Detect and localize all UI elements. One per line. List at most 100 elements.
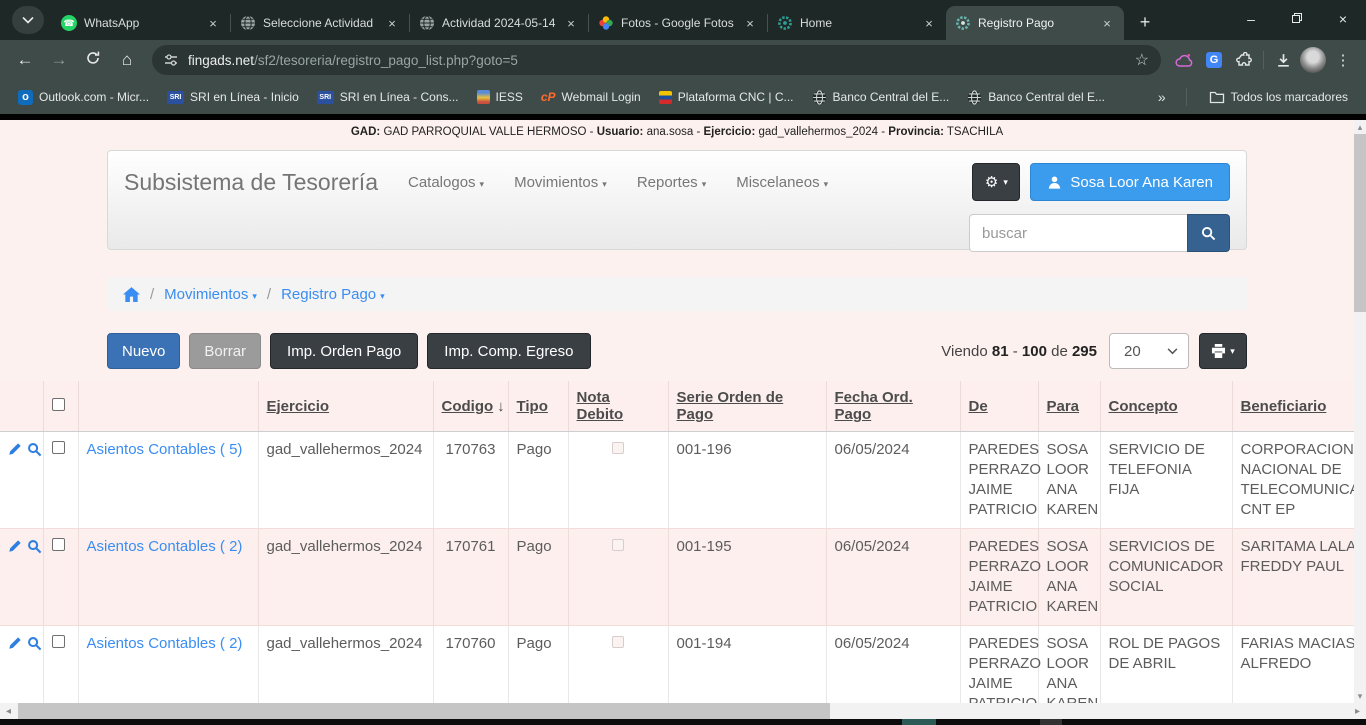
row-checkbox[interactable] [52, 441, 65, 454]
downloads-icon[interactable] [1268, 52, 1298, 69]
settings-dropdown-button[interactable]: ⚙▾ [972, 163, 1020, 201]
address-bar[interactable]: fingads.net/sf2/tesoreria/registro_pago_… [152, 45, 1161, 75]
horizontal-scrollbar-thumb[interactable] [18, 703, 830, 719]
extensions-puzzle-icon[interactable] [1229, 52, 1259, 69]
header-beneficiario[interactable]: Beneficiario [1232, 381, 1354, 432]
search-icon [1201, 226, 1216, 241]
actions-row: Nuevo Borrar Imp. Orden Pago Imp. Comp. … [107, 333, 1247, 369]
header-nota-debito[interactable]: Nota Debito [568, 381, 668, 432]
print-dropdown-button[interactable]: ▾ [1199, 333, 1247, 369]
vertical-scrollbar[interactable]: ▴ ▾ [1354, 120, 1366, 703]
home-icon[interactable] [123, 287, 140, 302]
restore-button[interactable] [1274, 0, 1320, 38]
edit-button[interactable] [8, 442, 22, 463]
close-tab-icon[interactable]: × [742, 16, 758, 31]
tab-whatsapp[interactable]: ☎ WhatsApp × [52, 6, 230, 40]
tab-title: Fotos - Google Fotos [621, 16, 735, 30]
sri-icon: SRI [167, 91, 184, 104]
bookmark-sri-inicio[interactable]: SRISRI en Línea - Inicio [159, 87, 307, 107]
header-tipo[interactable]: Tipo [508, 381, 568, 432]
person-icon [1047, 175, 1062, 190]
row-checkbox[interactable] [52, 538, 65, 551]
asientos-contables-link[interactable]: Asientos Contables ( 5) [87, 441, 243, 458]
search-button[interactable] [1187, 214, 1230, 252]
scroll-left-icon[interactable]: ◂ [0, 706, 17, 717]
profile-avatar[interactable] [1298, 47, 1328, 73]
breadcrumb-movimientos[interactable]: Movimientos▾ [164, 286, 257, 303]
minimize-button[interactable]: – [1228, 0, 1274, 38]
scroll-down-icon[interactable]: ▾ [1354, 689, 1366, 703]
header-codigo[interactable]: Codigo↓ [433, 381, 508, 432]
all-bookmarks-button[interactable]: Todos los marcadores [1201, 87, 1356, 107]
globe-icon [419, 15, 435, 31]
close-tab-icon[interactable]: × [921, 16, 937, 31]
extension-cloud-icon[interactable] [1169, 53, 1199, 68]
reload-icon [85, 50, 101, 66]
back-button[interactable]: ← [8, 50, 42, 70]
close-tab-icon[interactable]: × [384, 16, 400, 31]
view-button[interactable] [27, 636, 42, 657]
bookmark-cnc[interactable]: Plataforma CNC | C... [651, 87, 802, 107]
header-de[interactable]: De [960, 381, 1038, 432]
bookmark-sri-consultas[interactable]: SRISRI en Línea - Cons... [309, 87, 467, 107]
caret-down-icon: ▾ [380, 291, 385, 301]
edit-button[interactable] [8, 636, 22, 657]
header-concepto[interactable]: Concepto [1100, 381, 1232, 432]
edit-button[interactable] [8, 539, 22, 560]
bookmark-banco-central-1[interactable]: Banco Central del E... [804, 87, 958, 108]
close-tab-icon[interactable]: × [563, 16, 579, 31]
header-fecha[interactable]: Fecha Ord. Pago [826, 381, 960, 432]
header-ejercicio[interactable]: Ejercicio [258, 381, 433, 432]
gear-icon: ⚙ [985, 173, 998, 191]
tab-seleccione-actividad[interactable]: Seleccione Actividad × [231, 6, 409, 40]
nuevo-button[interactable]: Nuevo [107, 333, 180, 369]
close-tab-icon[interactable]: × [1099, 16, 1115, 31]
bookmark-webmail[interactable]: cPWebmail Login [533, 87, 649, 107]
scroll-up-icon[interactable]: ▴ [1354, 120, 1366, 134]
restore-icon [1291, 12, 1303, 24]
translate-icon[interactable]: G [1199, 52, 1229, 68]
header-serie[interactable]: Serie Orden de Pago [668, 381, 826, 432]
printer-icon [1211, 344, 1226, 358]
bookmark-star-icon[interactable]: ☆ [1135, 50, 1149, 70]
header-para[interactable]: Para [1038, 381, 1100, 432]
tab-home[interactable]: Home × [768, 6, 946, 40]
close-tab-icon[interactable]: × [205, 16, 221, 31]
asientos-contables-link[interactable]: Asientos Contables ( 2) [87, 635, 243, 652]
asientos-contables-link[interactable]: Asientos Contables ( 2) [87, 538, 243, 555]
tab-registro-pago-active[interactable]: Registro Pago × [946, 6, 1124, 40]
new-tab-button[interactable]: + [1130, 8, 1160, 38]
user-menu-button[interactable]: Sosa Loor Ana Karen [1030, 163, 1230, 201]
forward-button[interactable]: → [42, 50, 76, 70]
view-button[interactable] [27, 539, 42, 560]
bookmark-iess[interactable]: IESS [469, 87, 531, 107]
menu-reportes[interactable]: Reportes▾ [637, 174, 706, 191]
imp-orden-pago-button[interactable]: Imp. Orden Pago [270, 333, 418, 369]
bookmarks-overflow-button[interactable]: » [1152, 89, 1172, 105]
breadcrumb-registro-pago[interactable]: Registro Pago▾ [281, 286, 385, 303]
menu-miscelaneos[interactable]: Miscelaneos▾ [736, 174, 828, 191]
tab-search-button[interactable] [12, 6, 44, 34]
bookmark-outlook[interactable]: oOutlook.com - Micr... [10, 87, 157, 108]
menu-catalogos[interactable]: Catalogos▾ [408, 174, 484, 191]
imp-comp-egreso-button[interactable]: Imp. Comp. Egreso [427, 333, 590, 369]
search-input[interactable] [969, 214, 1187, 252]
browser-menu-icon[interactable]: ⋮ [1328, 51, 1358, 69]
row-checkbox[interactable] [52, 635, 65, 648]
horizontal-scrollbar[interactable]: ◂ ▸ [0, 703, 1366, 719]
view-button[interactable] [27, 442, 42, 463]
select-all-checkbox[interactable] [52, 398, 65, 411]
menu-movimientos[interactable]: Movimientos▾ [514, 174, 607, 191]
page-size-select[interactable]: 20 [1109, 333, 1189, 369]
close-window-button[interactable]: × [1320, 0, 1366, 38]
tab-google-fotos[interactable]: Fotos - Google Fotos × [589, 6, 767, 40]
reload-button[interactable] [76, 50, 110, 71]
bookmark-banco-central-2[interactable]: Banco Central del E... [959, 87, 1113, 108]
browser-home-button[interactable]: ⌂ [110, 50, 144, 70]
iess-icon [477, 90, 490, 104]
borrar-button[interactable]: Borrar [189, 333, 261, 369]
vertical-scrollbar-thumb[interactable] [1354, 134, 1366, 312]
tab-actividad[interactable]: Actividad 2024-05-14 × [410, 6, 588, 40]
browser-window: ☎ WhatsApp × Seleccione Actividad × Acti… [0, 0, 1366, 725]
scroll-right-icon[interactable]: ▸ [1349, 706, 1366, 717]
